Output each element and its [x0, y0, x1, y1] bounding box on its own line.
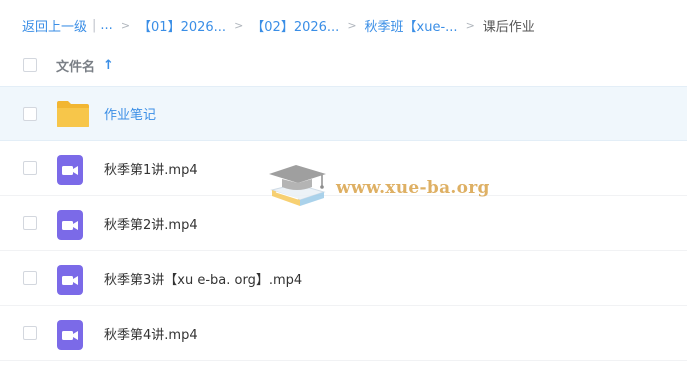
file-name[interactable]: 秋季第3讲【xu e-ba. org】.mp4	[104, 269, 302, 288]
chevron-right-icon: >	[120, 18, 131, 32]
chevron-right-icon: >	[347, 18, 357, 32]
breadcrumb-item-01[interactable]: 【01】2026...	[138, 16, 226, 35]
row-checkbox[interactable]	[23, 161, 37, 175]
list-item-video[interactable]: 秋季第4讲.mp4	[0, 306, 687, 361]
file-name[interactable]: 秋季第1讲.mp4	[104, 159, 198, 178]
breadcrumb: 返回上一级 | ... > 【01】2026... > 【02】2026... …	[22, 14, 535, 36]
list-item-video[interactable]: 秋季第3讲【xu e-ba. org】.mp4	[0, 251, 687, 306]
back-link[interactable]: 返回上一级	[22, 16, 87, 35]
file-name[interactable]: 作业笔记	[104, 104, 156, 123]
graduation-cap-book-icon	[266, 160, 328, 216]
file-list: 作业笔记 秋季第1讲.mp4 秋季第2讲.mp4 秋季第3讲【xu e-ba. …	[0, 86, 687, 361]
row-checkbox[interactable]	[23, 271, 37, 285]
file-name[interactable]: 秋季第4讲.mp4	[104, 324, 198, 343]
video-file-icon	[56, 209, 84, 245]
chevron-right-icon: >	[465, 18, 475, 32]
row-checkbox[interactable]	[23, 216, 37, 230]
list-header: 文件名 ↑	[0, 46, 687, 84]
list-item-folder[interactable]: 作业笔记	[0, 86, 687, 141]
row-checkbox[interactable]	[23, 107, 37, 121]
folder-icon	[56, 100, 90, 132]
arrow-up-icon[interactable]: ↑	[103, 58, 114, 73]
row-checkbox[interactable]	[23, 326, 37, 340]
watermark: www.xue-ba.org	[266, 160, 490, 216]
file-browser: 返回上一级 | ... > 【01】2026... > 【02】2026... …	[0, 0, 687, 374]
select-all-checkbox[interactable]	[23, 58, 37, 72]
breadcrumb-ellipsis[interactable]: ...	[100, 18, 112, 33]
watermark-text: www.xue-ba.org	[336, 178, 490, 198]
chevron-right-icon: >	[234, 18, 244, 32]
video-file-icon	[56, 264, 84, 300]
breadcrumb-item-02[interactable]: 【02】2026...	[251, 16, 339, 35]
breadcrumb-current: 课后作业	[482, 19, 535, 35]
breadcrumb-divider: |	[92, 17, 97, 33]
breadcrumb-item-autumn-class[interactable]: 秋季班【xue-...	[365, 16, 458, 35]
filename-column-label: 文件名	[56, 59, 96, 75]
video-file-icon	[56, 154, 84, 190]
filename-column-header[interactable]: 文件名 ↑	[56, 56, 114, 75]
file-name[interactable]: 秋季第2讲.mp4	[104, 214, 198, 233]
video-file-icon	[56, 319, 84, 355]
